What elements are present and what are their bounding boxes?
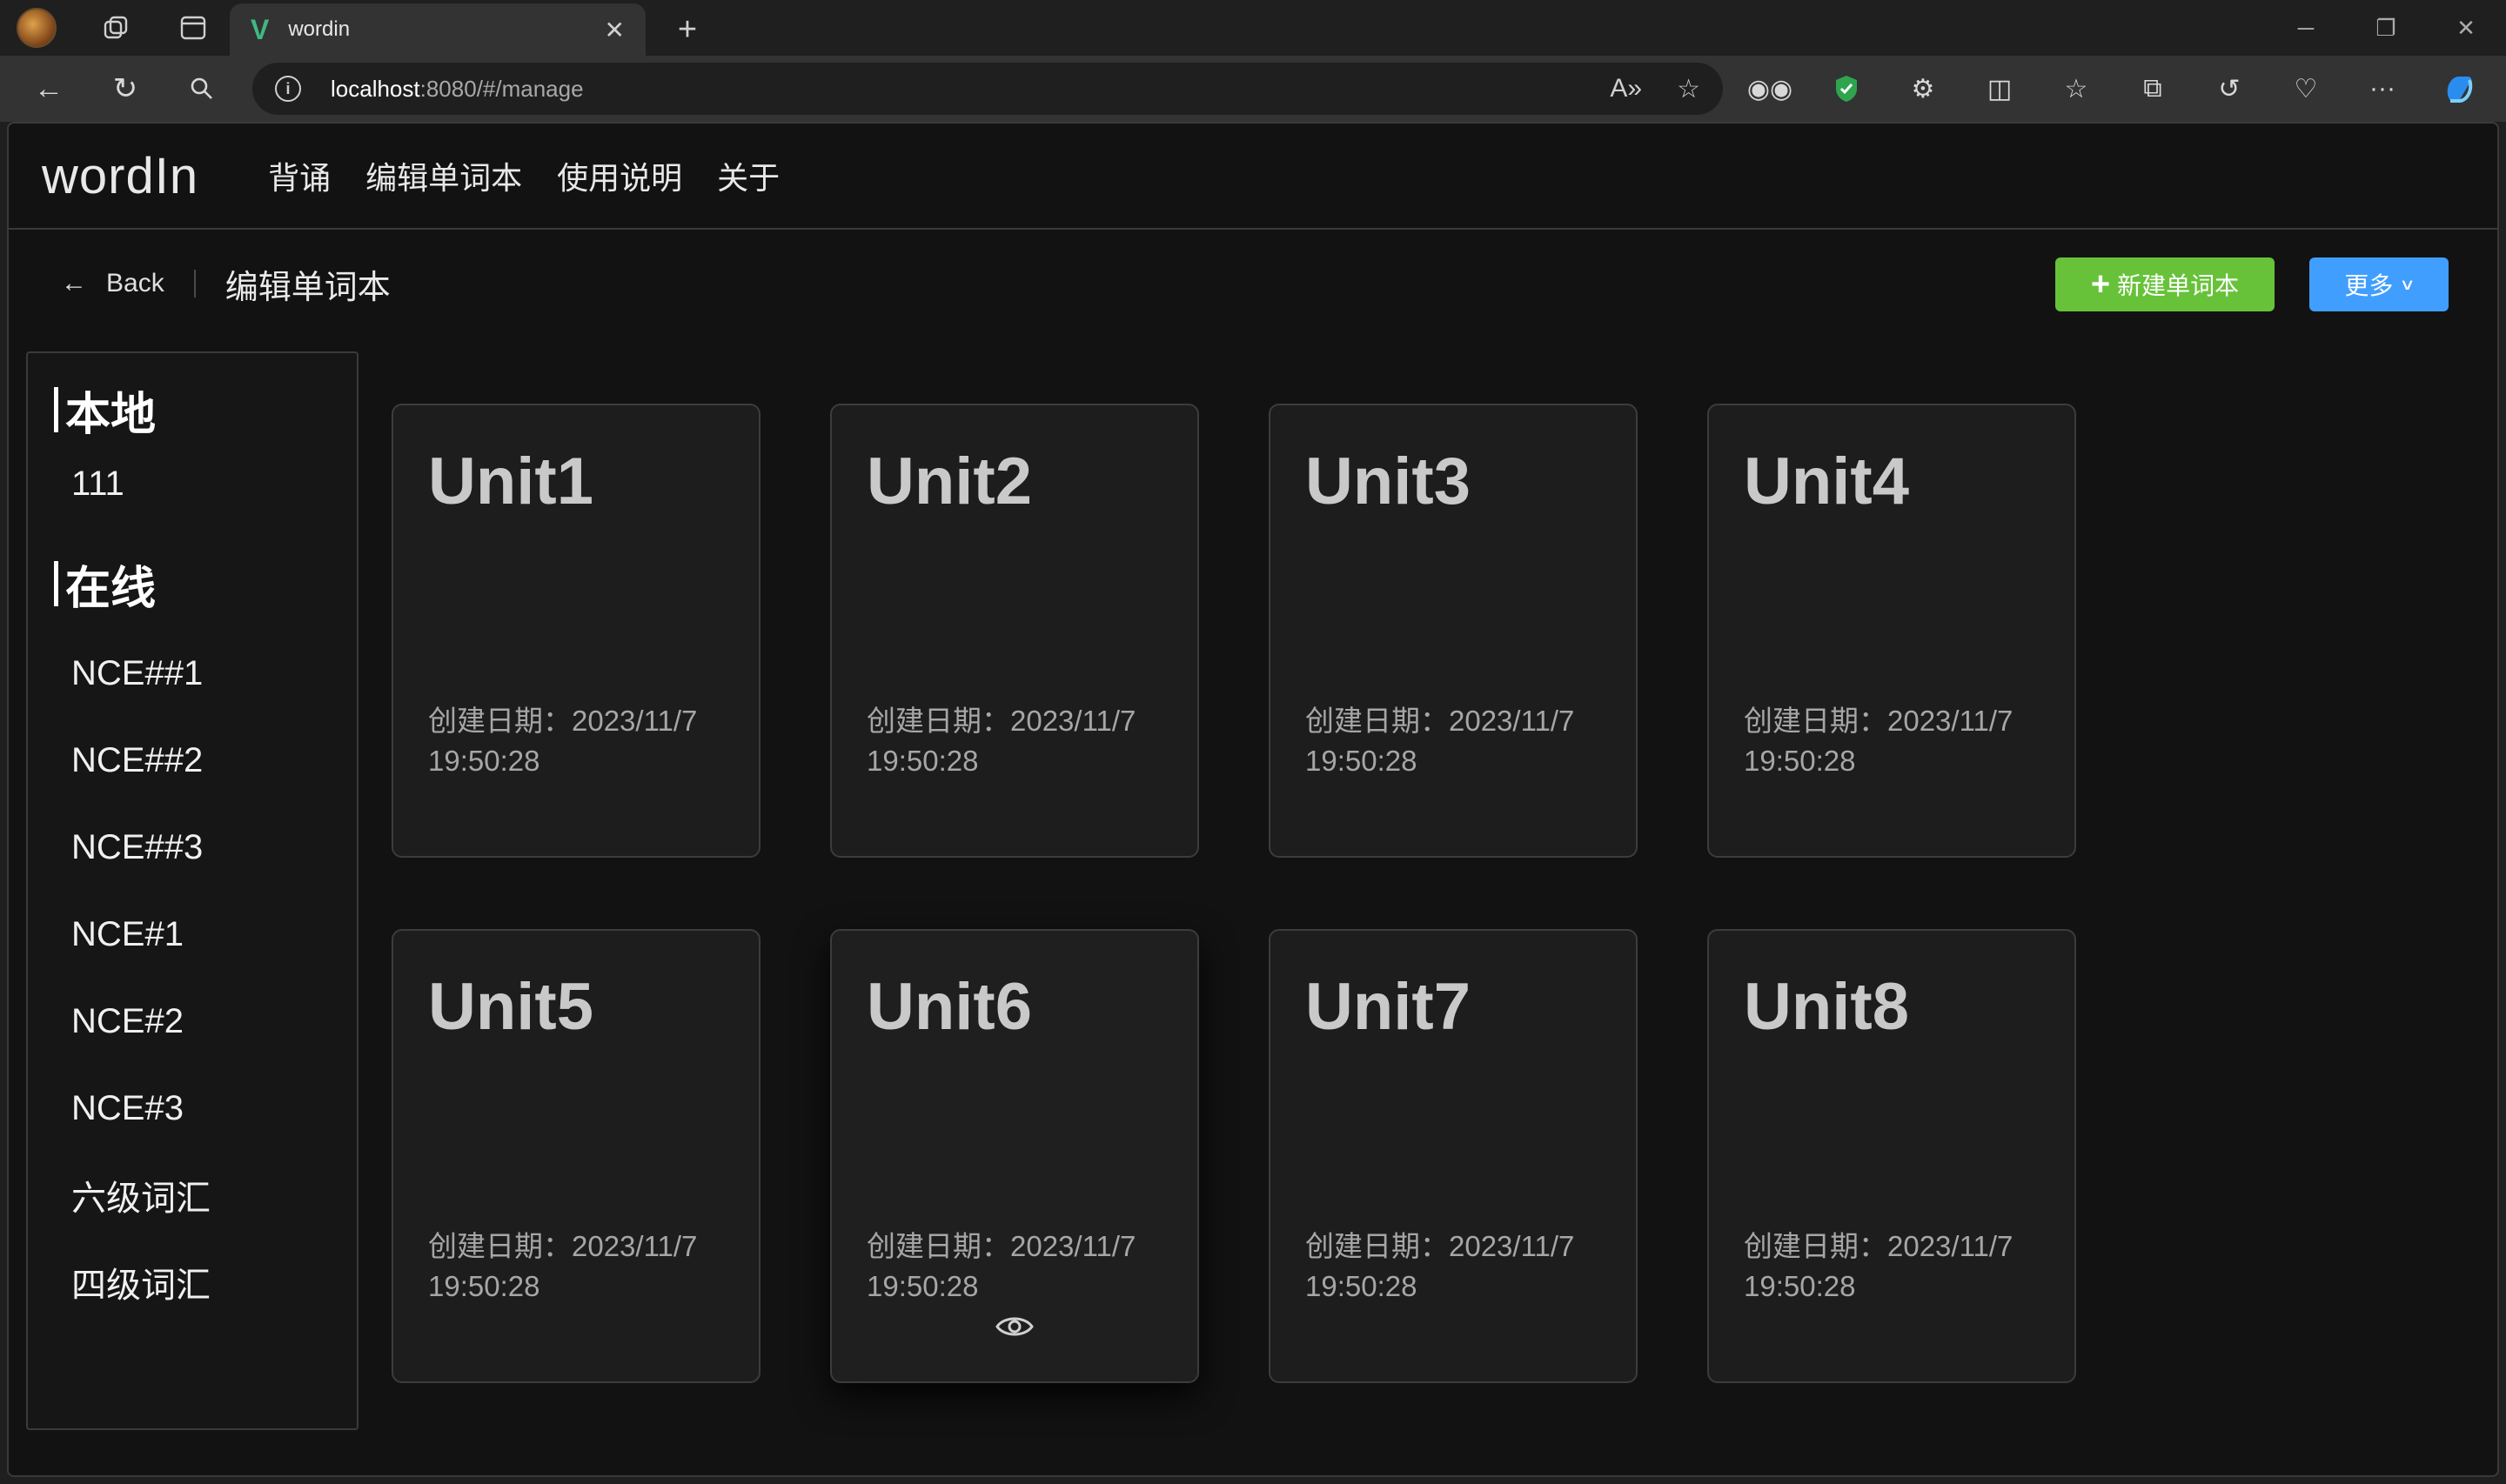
unit-card[interactable]: Unit2 创建日期：2023/11/7 19:50:28 [830,404,1199,858]
sidebar-item-online[interactable]: NCE##2 [28,717,357,804]
sidebar-item-online[interactable]: NCE##3 [28,804,357,891]
card-title: Unit5 [428,970,593,1044]
sidebar-item-online[interactable]: NCE#3 [28,1065,357,1152]
site-info-icon[interactable]: i [275,76,301,102]
unit-card-hovered[interactable]: Unit6 创建日期：2023/11/7 19:50:28 [830,929,1199,1383]
header-divider [193,270,196,297]
minimize-window-icon[interactable]: ─ [2266,0,2346,56]
sidebar-item-online[interactable]: 六级词汇 [28,1152,357,1239]
unit-card[interactable]: Unit1 创建日期：2023/11/7 19:50:28 [392,404,761,858]
read-aloud-icon[interactable]: A» [1610,74,1642,104]
unit-card[interactable]: Unit4 创建日期：2023/11/7 19:50:28 [1707,404,2076,858]
new-wordbook-button[interactable]: + 新建单词本 [2055,257,2275,311]
sidebar-group-local: 本地 [28,379,357,440]
new-wordbook-label: 新建单词本 [2117,272,2240,299]
group-marker [54,387,58,432]
card-title: Unit6 [867,970,1032,1044]
unit-card[interactable]: Unit5 创建日期：2023/11/7 19:50:28 [392,929,761,1383]
card-title: Unit7 [1305,970,1471,1044]
card-date: 创建日期：2023/11/7 19:50:28 [1305,1230,1575,1302]
favorites-icon[interactable]: ☆ [2038,56,2114,122]
group-title-online: 在线 [65,563,157,614]
tab-title: wordin [288,17,351,41]
card-title: Unit4 [1744,445,1909,518]
more-options-icon[interactable]: ··· [2344,56,2421,122]
sidebar-item-online[interactable]: 四级词汇 [28,1239,357,1326]
card-date: 创建日期：2023/11/7 19:50:28 [1744,705,2014,777]
restore-window-icon[interactable]: ❐ [2346,0,2426,56]
performance-icon[interactable]: ♡ [2268,56,2344,122]
close-window-icon[interactable]: ✕ [2426,0,2506,56]
card-date: 创建日期：2023/11/7 19:50:28 [1744,1230,2014,1302]
browser-tab-active[interactable]: V wordin ✕ [230,3,646,56]
workspaces-icon[interactable] [89,0,144,56]
unit-card[interactable]: Unit3 创建日期：2023/11/7 19:50:28 [1269,404,1638,858]
new-tab-button[interactable]: + [661,3,714,56]
menu-instructions[interactable]: 使用说明 [557,153,682,198]
browser-tab-bar: V wordin ✕ + ─ ❐ ✕ [0,0,2506,56]
group-marker [54,561,58,606]
url-path: :8080/#/manage [419,75,584,102]
url-host: localhost [331,75,420,102]
card-date: 创建日期：2023/11/7 19:50:28 [867,1230,1136,1302]
card-date: 创建日期：2023/11/7 19:50:28 [867,705,1136,777]
refresh-icon[interactable]: ↻ [87,56,164,122]
app-header: wordIn 背诵 编辑单词本 使用说明 关于 [9,124,2497,230]
menu-about[interactable]: 关于 [717,153,780,198]
favorite-star-icon[interactable]: ☆ [1677,74,1700,104]
profile-avatar[interactable] [9,0,64,56]
card-title: Unit2 [867,445,1032,518]
wordbook-sidebar: 本地 111 在线 NCE##1 NCE##2 NCE##3 NCE#1 NCE… [26,351,358,1430]
close-tab-icon[interactable]: ✕ [605,16,625,44]
extension-glasses-icon[interactable]: ◉◉ [1732,56,1808,122]
plus-icon: + [2090,265,2111,303]
back-arrow-icon[interactable]: ← [10,56,87,122]
card-date: 创建日期：2023/11/7 19:50:28 [428,705,698,777]
sidebar-item-online[interactable]: NCE#2 [28,978,357,1065]
chevron-down-icon: ∨ [2399,275,2416,293]
card-title: Unit3 [1305,445,1471,518]
app-brand[interactable]: wordIn [42,147,198,205]
address-bar[interactable]: i localhost:8080/#/manage A» ☆ [252,63,1723,115]
extension-shield-icon[interactable] [1808,56,1885,122]
collections-icon[interactable]: ⧉ [2114,56,2191,122]
card-title: Unit8 [1744,970,1909,1044]
vue-logo-icon: V [251,13,270,45]
group-title-local: 本地 [65,389,157,440]
unit-card[interactable]: Unit8 创建日期：2023/11/7 19:50:28 [1707,929,2076,1383]
copilot-icon[interactable] [2421,56,2497,122]
search-icon[interactable] [164,56,240,122]
more-label: 更多 [2344,272,2394,299]
history-icon[interactable]: ↺ [2191,56,2268,122]
page-title: 编辑单词本 [224,269,391,306]
card-date: 创建日期：2023/11/7 19:50:28 [1305,705,1575,777]
page-viewport: wordIn 背诵 编辑单词本 使用说明 关于 ← Back 编辑单词本 + 新… [7,122,2499,1477]
tab-actions-icon[interactable] [165,0,221,56]
card-date: 创建日期：2023/11/7 19:50:28 [428,1230,698,1302]
sidebar-item-online[interactable]: NCE#1 [28,891,357,978]
sidebar-item-online[interactable]: NCE##1 [28,630,357,717]
extensions-puzzle-icon[interactable]: ⚙ [1885,56,1961,122]
menu-edit-wordbook[interactable]: 编辑单词本 [365,153,522,198]
split-screen-icon[interactable]: ◫ [1961,56,2038,122]
back-button[interactable]: ← Back [61,269,164,298]
back-arrow-icon: ← [61,269,87,297]
more-dropdown-button[interactable]: 更多 ∨ [2309,257,2449,311]
eye-view-icon[interactable] [995,1314,1034,1340]
card-title: Unit1 [428,445,593,518]
back-label: Back [106,269,164,297]
browser-toolbar: ← ↻ i localhost:8080/#/manage A» ☆ ◉◉ ⚙ … [0,56,2506,122]
sidebar-group-online: 在线 [28,553,357,614]
page-header: ← Back 编辑单词本 + 新建单词本 更多 ∨ [9,231,2497,336]
unit-card[interactable]: Unit7 创建日期：2023/11/7 19:50:28 [1269,929,1638,1383]
sidebar-item-local[interactable]: 111 [28,440,357,527]
menu-recite[interactable]: 背诵 [268,153,331,198]
